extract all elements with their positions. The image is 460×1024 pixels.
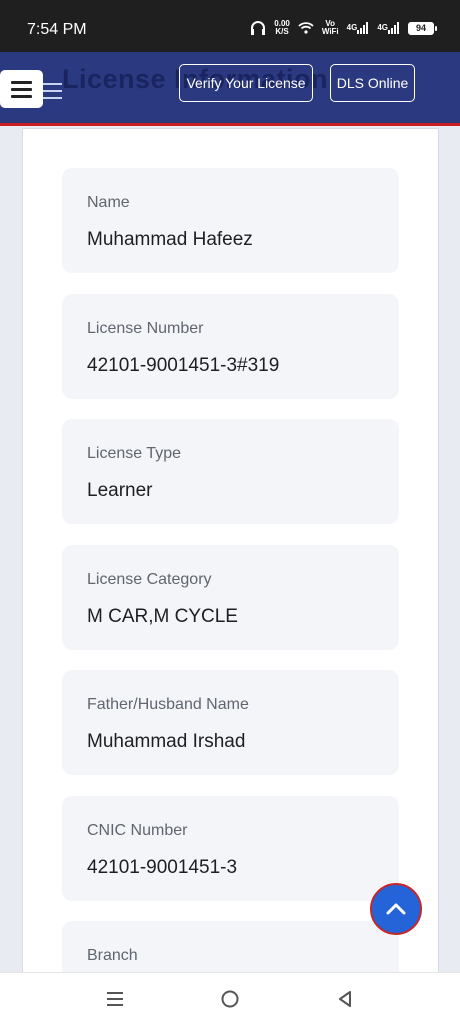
field-license-category: License Category M CAR,M CYCLE (62, 545, 399, 650)
menu-bar (11, 94, 32, 98)
field-label: License Type (87, 445, 181, 462)
field-label: License Category (87, 571, 212, 588)
logo-icon (42, 83, 62, 99)
back-icon (339, 991, 351, 1007)
field-value: M CAR,M CYCLE (87, 606, 238, 627)
recents-button[interactable] (100, 985, 130, 1013)
chevron-up-icon (386, 903, 406, 915)
field-value: Muhammad Irshad (87, 731, 246, 752)
field-value: 42101-9001451-3 (87, 857, 238, 878)
menu-bar (11, 80, 32, 84)
status-bar: 7:54 PM 0.00 K/S Vo WiFi 4G 4G 94 (0, 0, 460, 52)
field-label: Branch (87, 947, 138, 964)
wifi-icon (298, 22, 314, 34)
field-label: Name (87, 194, 130, 211)
field-value: Muhammad Hafeez (87, 229, 253, 250)
vowifi-bottom: WiFi (321, 27, 339, 36)
field-name: Name Muhammad Hafeez (62, 168, 399, 273)
home-button[interactable] (215, 985, 245, 1013)
field-label: Father/Husband Name (87, 696, 249, 713)
recents-icon (107, 992, 123, 1006)
field-label: License Number (87, 320, 204, 337)
signal-icon-1: 4G (347, 22, 370, 34)
app-header: License Information Verify Your License … (0, 52, 460, 126)
signal-icon-2: 4G (377, 22, 400, 34)
hamburger-menu-button[interactable] (0, 70, 43, 108)
network-speed: 0.00 K/S (274, 20, 290, 36)
field-license-type: License Type Learner (62, 419, 399, 524)
headphones-icon (250, 21, 266, 35)
network-type-1: 4G (346, 23, 358, 32)
vowifi-indicator: Vo WiFi (322, 20, 339, 36)
field-value: 42101-9001451-3#319 (87, 355, 280, 376)
field-license-number: License Number 42101-9001451-3#319 (62, 294, 399, 399)
field-value: Learner (87, 480, 153, 501)
field-cnic-number: CNIC Number 42101-9001451-3 (62, 796, 399, 901)
status-time: 7:54 PM (27, 21, 87, 38)
home-icon (221, 990, 239, 1008)
dls-online-button[interactable]: DLS Online (330, 64, 415, 102)
scroll-to-top-button[interactable] (370, 883, 422, 935)
field-father-husband-name: Father/Husband Name Muhammad Irshad (62, 670, 399, 775)
battery-icon: 94 (408, 21, 437, 35)
speed-unit: K/S (275, 27, 289, 36)
system-nav-bar (0, 972, 460, 1024)
network-type-2: 4G (377, 23, 388, 32)
field-label: CNIC Number (87, 822, 188, 839)
menu-bar (11, 87, 32, 91)
field-branch: Branch (62, 921, 399, 972)
verify-license-button[interactable]: Verify Your License (179, 64, 313, 102)
status-icons: 0.00 K/S Vo WiFi 4G 4G 94 (250, 20, 437, 36)
back-button[interactable] (330, 985, 360, 1013)
